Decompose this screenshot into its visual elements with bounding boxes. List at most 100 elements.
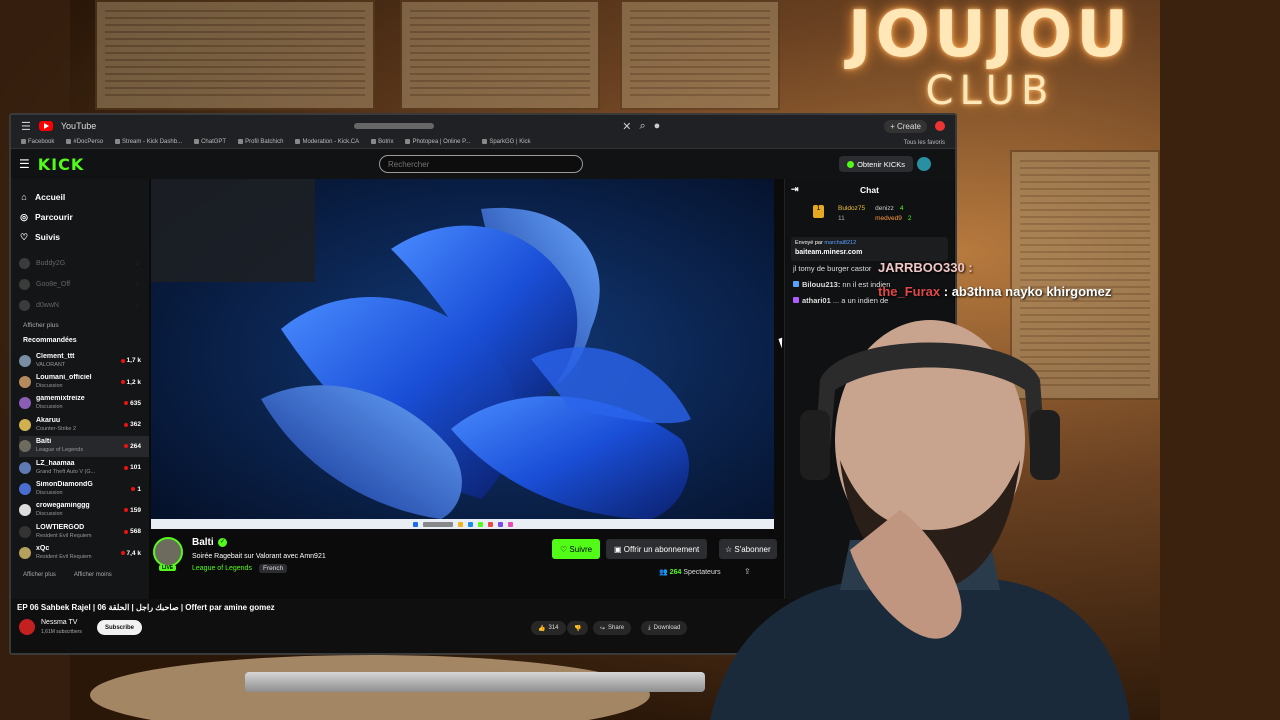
recommended-channel[interactable]: SimonDiamondG Discussion 1 — [19, 478, 149, 499]
hamburger-icon[interactable]: ☰ — [19, 157, 30, 171]
recommended-channel[interactable]: Loumani_officiel Discussion 1,2 k — [19, 371, 149, 392]
bookmark-0[interactable]: Facebook — [21, 139, 54, 146]
browser-tab-title[interactable]: YouTube — [61, 121, 96, 131]
channel-category: League of Legends — [36, 447, 84, 454]
show-less-link[interactable]: Afficher moins — [74, 572, 112, 578]
app-icon — [507, 521, 513, 527]
bookmark-2[interactable]: Stream - Kick Dashb... — [115, 139, 182, 146]
show-more-link[interactable]: Afficher plus — [23, 322, 149, 329]
leaderboard-user[interactable]: denizz — [875, 205, 894, 212]
offline-icon: ◌ — [135, 302, 139, 309]
recommended-channel[interactable]: xQc Resident Evil Requiem 7,4 k — [19, 543, 149, 564]
gift-subscription-button[interactable]: ▣ Offrir un abonnement — [606, 539, 708, 559]
channel-name: Clement_ttt — [36, 352, 75, 360]
offline-icon: ◌ — [135, 260, 139, 267]
channel-name[interactable]: Balti — [192, 537, 214, 548]
avatar — [19, 504, 31, 517]
search-icon[interactable]: ⌕ — [639, 120, 645, 133]
menu-icon[interactable]: ☰ — [21, 120, 31, 133]
live-dot-icon — [131, 487, 136, 492]
avatar — [19, 279, 30, 290]
channel-category: Discussion — [36, 404, 63, 411]
sidebar-item-home[interactable]: ⌂ Accueil — [19, 187, 149, 207]
avatar — [19, 525, 31, 538]
bookmark-8[interactable]: SparkGG | Kick — [482, 139, 531, 146]
recommended-channel[interactable]: crowegaminggg Discussion 159 — [19, 500, 149, 521]
youtube-channel-name[interactable]: Nessma TV — [41, 619, 77, 626]
youtube-subscribe-button[interactable]: Subscribe — [97, 620, 143, 635]
channel-name: LOWTIERGOD — [36, 523, 85, 531]
download-button[interactable]: ⤓ Download — [641, 621, 688, 635]
pinned-message-text: baiteam.minesr.com — [795, 249, 863, 256]
leaderboard-icon: 1 — [813, 205, 824, 218]
leaderboard-count: 2 — [907, 215, 912, 222]
app-icon — [477, 521, 483, 527]
bookmark-1[interactable]: #DocPerso — [66, 139, 103, 146]
category-link[interactable]: League of Legends — [192, 565, 252, 572]
share-button[interactable]: ↪ Share — [593, 621, 632, 635]
avatar — [19, 376, 31, 389]
sidebar-item-following[interactable]: ♡ Suivis — [19, 227, 149, 247]
bookmark-3[interactable]: ChatGPT — [194, 139, 226, 146]
streamer-webcam-overlay — [710, 320, 1130, 720]
pinned-message[interactable]: Envoyé par marchal8212 baiteam.minesr.co… — [791, 237, 948, 261]
followed-channel[interactable]: Goo8e_Off ◌ — [19, 274, 149, 295]
address-bar[interactable] — [354, 123, 435, 129]
notifications-icon[interactable] — [935, 121, 945, 131]
dislike-button[interactable]: 👎 — [567, 621, 589, 635]
recommended-channel[interactable]: Balti League of Legends 264 — [19, 435, 149, 457]
leaderboard-user[interactable]: Buldoz75 — [838, 205, 865, 212]
viewer-count: 1,2 k — [120, 379, 141, 386]
user-avatar[interactable] — [917, 157, 931, 171]
live-dot-icon — [120, 358, 125, 363]
recommended-channel[interactable]: LZ_haamaa Grand Theft Auto V (G... 101 — [19, 457, 149, 478]
collapse-chat-icon[interactable]: ⇥ — [791, 184, 799, 195]
kick-logo[interactable]: KICK — [38, 155, 85, 174]
viewer-count: 635 — [124, 400, 141, 407]
channel-avatar[interactable] — [153, 537, 183, 567]
channel-name: crowegaminggg — [36, 502, 90, 510]
bookmark-5[interactable]: Moderation - Kick.CA — [295, 139, 359, 146]
followed-channel[interactable]: Buddy2G ◌ — [19, 253, 149, 274]
avatar — [19, 461, 31, 474]
close-icon[interactable]: ✕ — [622, 120, 631, 133]
youtube-channel-avatar[interactable] — [19, 619, 35, 635]
streamer-webcam — [151, 179, 315, 282]
get-kicks-button[interactable]: Obtenir KICKs — [839, 156, 913, 172]
thumbs-down-icon: 👎 — [574, 625, 582, 632]
viewer-count: 568 — [124, 528, 141, 535]
avatar — [19, 483, 31, 496]
recommended-channel[interactable]: Akaruu Counter-Strike 2 362 — [19, 414, 149, 435]
all-bookmarks[interactable]: Tous les favoris — [904, 140, 945, 146]
bookmark-6[interactable]: Botrix — [371, 139, 393, 146]
bookmark-4[interactable]: Profil Batchich — [238, 139, 283, 146]
recommended-channel[interactable]: LOWTIERGOD Resident Evil Requiem 568 — [19, 521, 149, 542]
avatar — [19, 354, 31, 367]
leaderboard-user[interactable]: medved9 — [875, 215, 902, 222]
language-tag[interactable]: French — [259, 564, 288, 573]
youtube-logo-icon[interactable] — [38, 121, 53, 131]
channel-name: LZ_haamaa — [36, 459, 75, 467]
sign-line-2: CLUB — [925, 68, 1055, 114]
follow-button[interactable]: ♡ Suivre — [552, 539, 601, 559]
browser-tabbar: ☰ YouTube ✕ ⌕ ● + Create — [11, 115, 955, 137]
heart-icon: ♡ — [19, 231, 29, 242]
avatar — [19, 418, 31, 431]
sidebar-item-browse[interactable]: ◎ Parcourir — [19, 207, 149, 227]
recommended-channel[interactable]: Clement_ttt VALORANT 1,7 k — [19, 350, 149, 371]
recommended-channel[interactable]: gamemixtreize Discussion 635 — [19, 393, 149, 414]
avatar — [19, 300, 30, 311]
channel-name: xQc — [36, 545, 50, 553]
show-more-bottom-link[interactable]: Afficher plus — [23, 572, 56, 578]
channel-category: Discussion — [36, 490, 63, 497]
overlay-chat-line-1: JARRBOO330 : — [878, 260, 973, 275]
channel-name: Balti — [36, 438, 52, 446]
like-button[interactable]: 👍 314 — [531, 621, 566, 635]
video-player[interactable] — [151, 179, 774, 529]
microphone-icon[interactable]: ● — [654, 120, 661, 132]
youtube-subscriber-count: 1,61M subscribers — [41, 629, 82, 635]
bookmark-7[interactable]: Photopea | Online P... — [405, 139, 470, 146]
followed-channel[interactable]: d0wwN ◌ — [19, 295, 149, 316]
create-button[interactable]: + Create — [884, 119, 927, 133]
search-input[interactable] — [379, 155, 583, 173]
